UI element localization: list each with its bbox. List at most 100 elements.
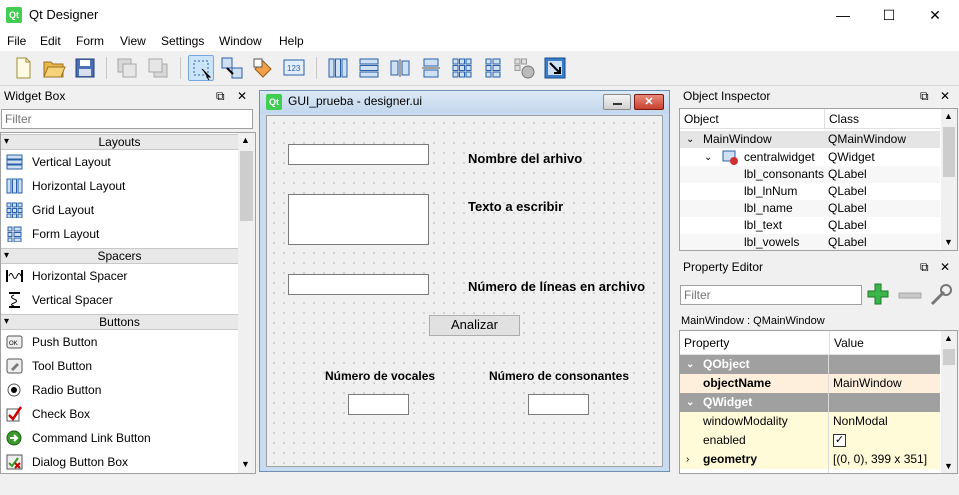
- tree-row-lbl-name[interactable]: lbl_name QLabel: [680, 200, 940, 217]
- float-dock-icon[interactable]: ⧉: [920, 86, 929, 106]
- texto-escribir-textedit[interactable]: [288, 194, 429, 245]
- property-value[interactable]: [(0, 0), 399 x 351]: [833, 450, 927, 469]
- widget-list-scrollbar[interactable]: ▲ ▼: [238, 133, 255, 473]
- column-object[interactable]: Object: [684, 109, 719, 129]
- expand-arrow-icon[interactable]: ⌄: [686, 355, 694, 374]
- scroll-down-icon[interactable]: ▼: [944, 237, 953, 247]
- widget-grid-layout[interactable]: Grid Layout: [1, 198, 238, 222]
- lay-out-horizontally-button[interactable]: [325, 55, 351, 81]
- widget-radio-button[interactable]: Radio Button: [1, 378, 238, 402]
- tree-row-lbl-text[interactable]: lbl_text QLabel: [680, 217, 940, 234]
- property-value[interactable]: MainWindow: [833, 374, 902, 393]
- close-dock-icon[interactable]: ✕: [940, 257, 950, 277]
- expand-arrow-icon[interactable]: ⌄: [686, 393, 694, 412]
- scroll-up-icon[interactable]: ▲: [944, 111, 953, 121]
- menu-settings[interactable]: Settings: [161, 34, 204, 48]
- scroll-down-icon[interactable]: ▼: [241, 459, 250, 469]
- tree-row-lbl-vowels[interactable]: lbl_vowels QLabel: [680, 234, 940, 250]
- widget-form-layout[interactable]: Form Layout: [1, 222, 238, 246]
- lay-out-grid-button[interactable]: [449, 55, 475, 81]
- break-layout-button[interactable]: [511, 55, 537, 81]
- vertical-splitter-button[interactable]: [418, 55, 444, 81]
- property-row-windowmodality[interactable]: windowModality NonModal: [680, 412, 940, 431]
- menu-help[interactable]: Help: [279, 34, 304, 48]
- configure-button[interactable]: [928, 282, 954, 308]
- tree-row-mainwindow[interactable]: ⌄ MainWindow QMainWindow: [680, 131, 940, 148]
- menu-file[interactable]: File: [7, 34, 26, 48]
- send-to-back-button[interactable]: [114, 55, 140, 81]
- object-tree-scrollbar[interactable]: ▲ ▼: [941, 109, 957, 250]
- widget-vertical-spacer[interactable]: Vertical Spacer: [1, 288, 238, 312]
- property-value[interactable]: NonModal: [833, 412, 888, 431]
- tree-row-lbl-lnnum[interactable]: lbl_lnNum QLabel: [680, 183, 940, 200]
- group-qobject[interactable]: ⌄ QObject: [680, 355, 940, 374]
- close-dock-icon[interactable]: ✕: [940, 86, 950, 106]
- scroll-up-icon[interactable]: ▲: [944, 333, 953, 343]
- float-dock-icon[interactable]: ⧉: [920, 257, 929, 277]
- collapsed-arrow-icon[interactable]: ›: [686, 450, 689, 469]
- close-dock-icon[interactable]: ✕: [237, 86, 247, 106]
- save-file-button[interactable]: [72, 55, 98, 81]
- numero-lineas-input[interactable]: [288, 274, 429, 295]
- lay-out-form-button[interactable]: [480, 55, 506, 81]
- scroll-down-icon[interactable]: ▼: [944, 461, 953, 471]
- column-property[interactable]: Property: [684, 331, 729, 355]
- minimize-button[interactable]: —: [820, 0, 866, 30]
- edit-buddies-button[interactable]: [250, 55, 276, 81]
- menu-edit[interactable]: Edit: [40, 34, 61, 48]
- property-row-geometry[interactable]: › geometry [(0, 0), 399 x 351]: [680, 450, 940, 469]
- tree-row-lbl-consonants[interactable]: lbl_consonants QLabel: [680, 166, 940, 183]
- scroll-up-icon[interactable]: ▲: [241, 135, 250, 145]
- property-filter-input[interactable]: [680, 285, 862, 305]
- menu-view[interactable]: View: [120, 34, 146, 48]
- new-file-button[interactable]: [10, 55, 36, 81]
- property-table-scrollbar[interactable]: ▲ ▼: [941, 331, 957, 473]
- widget-check-box[interactable]: Check Box: [1, 402, 238, 426]
- expand-arrow-icon[interactable]: ⌄: [686, 131, 694, 148]
- form-close-button[interactable]: ✕: [634, 94, 664, 110]
- menu-window[interactable]: Window: [219, 34, 262, 48]
- category-layouts[interactable]: ▾ Layouts: [1, 134, 238, 150]
- widget-filter-input[interactable]: [1, 109, 253, 129]
- remove-dynamic-property-button[interactable]: [897, 282, 923, 308]
- menu-form[interactable]: Form: [76, 34, 104, 48]
- expand-arrow-icon[interactable]: ⌄: [704, 149, 712, 166]
- form-minimize-button[interactable]: [603, 94, 631, 110]
- category-spacers[interactable]: ▾ Spacers: [1, 248, 238, 264]
- edit-widgets-button[interactable]: [188, 55, 214, 81]
- maximize-button[interactable]: ☐: [866, 0, 912, 30]
- adjust-size-button[interactable]: [542, 55, 568, 81]
- property-row-objectname[interactable]: objectName MainWindow: [680, 374, 940, 393]
- widget-horizontal-layout[interactable]: Horizontal Layout: [1, 174, 238, 198]
- edit-signals-slots-button[interactable]: [219, 55, 245, 81]
- column-value[interactable]: Value: [829, 331, 864, 355]
- group-qwidget[interactable]: ⌄ QWidget: [680, 393, 940, 412]
- category-buttons[interactable]: ▾ Buttons: [1, 314, 238, 330]
- consonantes-output[interactable]: [528, 394, 589, 415]
- svg-text:123: 123: [287, 64, 301, 73]
- widget-tool-button[interactable]: Tool Button: [1, 354, 238, 378]
- horizontal-splitter-button[interactable]: [387, 55, 413, 81]
- float-dock-icon[interactable]: ⧉: [216, 86, 225, 106]
- property-row-enabled[interactable]: enabled ✓: [680, 431, 940, 450]
- tree-row-centralwidget[interactable]: ⌄ centralwidget QWidget: [680, 149, 940, 166]
- analizar-button[interactable]: Analizar: [429, 315, 520, 336]
- widget-dialog-button-box[interactable]: Dialog Button Box: [1, 450, 238, 473]
- bring-to-front-button[interactable]: [145, 55, 171, 81]
- scroll-thumb[interactable]: [943, 127, 955, 177]
- edit-tab-order-button[interactable]: 123: [281, 55, 307, 81]
- enabled-checkbox[interactable]: ✓: [833, 434, 846, 447]
- widget-vertical-layout[interactable]: Vertical Layout: [1, 150, 238, 174]
- widget-push-button[interactable]: OK Push Button: [1, 330, 238, 354]
- scroll-thumb[interactable]: [240, 151, 253, 221]
- vocales-output[interactable]: [348, 394, 409, 415]
- lay-out-vertically-button[interactable]: [356, 55, 382, 81]
- widget-horizontal-spacer[interactable]: Horizontal Spacer: [1, 264, 238, 288]
- close-button[interactable]: ✕: [912, 0, 958, 30]
- add-dynamic-property-button[interactable]: [866, 282, 892, 308]
- column-class[interactable]: Class: [824, 109, 859, 129]
- nombre-archivo-input[interactable]: [288, 144, 429, 165]
- widget-command-link-button[interactable]: Command Link Button: [1, 426, 238, 450]
- open-file-button[interactable]: [41, 55, 67, 81]
- scroll-thumb[interactable]: [943, 349, 955, 365]
